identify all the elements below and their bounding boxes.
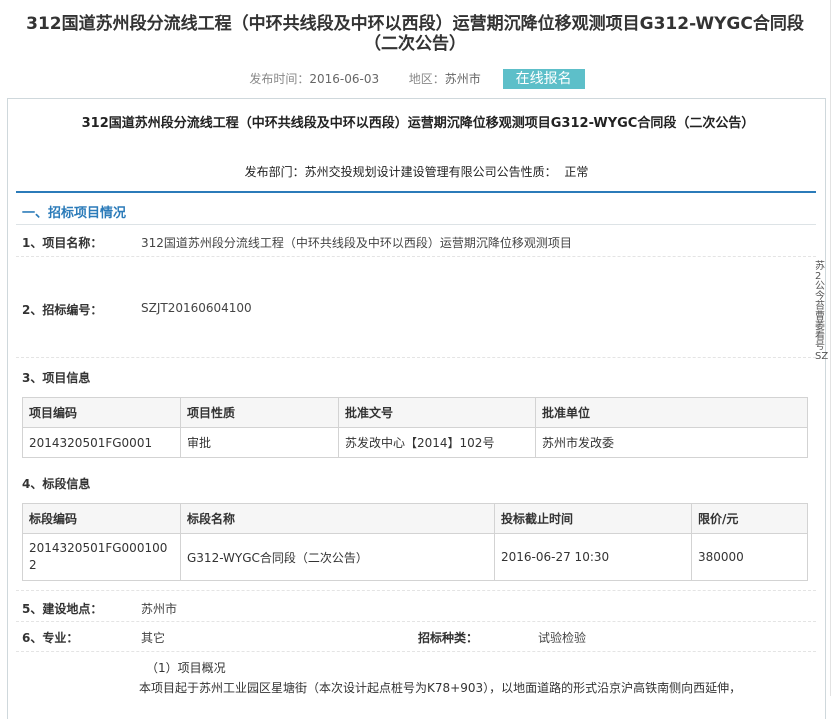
table-header: 限价/元 xyxy=(691,503,808,534)
table-cell: 2014320501FG0001002 xyxy=(22,533,181,581)
project-name-label: 1、项目名称： xyxy=(22,236,103,250)
region-value: 苏州市 xyxy=(444,72,481,86)
table-cell: 苏发改中心【2014】102号 xyxy=(338,427,536,458)
nature-value: 正常 xyxy=(564,165,589,179)
page-title: 312国道苏州段分流线工程（中环共线段及中环以西段）运营期沉降位移观测项目G31… xyxy=(26,14,804,54)
dept-label: 发布部门： xyxy=(244,165,305,179)
project-info-table: 项目编码 项目性质 批准文号 批准单位 2014320501FG0001 审批 … xyxy=(22,397,808,458)
nature-label: 公告性质： xyxy=(496,165,557,179)
site-label: 5、建设地点： xyxy=(22,602,103,616)
divider xyxy=(16,357,816,358)
table-header: 批准单位 xyxy=(535,397,808,428)
bid-type-value: 试验检验 xyxy=(538,631,587,645)
section-heading: 一、招标项目情况 xyxy=(22,206,127,221)
table-cell: 2016-06-27 10:30 xyxy=(494,533,692,581)
bid-no-label: 2、招标编号： xyxy=(22,303,103,317)
table-cell: 380000 xyxy=(691,533,808,581)
table-row: 2014320501FG0001002 G312-WYGC合同段（二次公告） 2… xyxy=(22,533,808,581)
table-cell: G312-WYGC合同段（二次公告） xyxy=(180,533,495,581)
online-signup-button[interactable]: 在线报名 xyxy=(502,69,585,89)
publish-time: 2016-06-03 xyxy=(309,72,380,86)
table-cell: 苏州市发改委 xyxy=(535,427,808,458)
doc-title: 312国道苏州段分流线工程（中环共线段及中环以西段）运营期沉降位移观测项目G31… xyxy=(81,116,755,131)
table-row: 2014320501FG0001 审批 苏发改中心【2014】102号 苏州市发… xyxy=(22,427,808,458)
table-header: 标段名称 xyxy=(180,503,495,534)
side-overflow-text: 苏2公今苔曹萎看号SZ xyxy=(815,261,829,362)
project-info-label: 3、项目信息 xyxy=(22,371,91,385)
major-value: 其它 xyxy=(141,631,166,645)
bid-type-label: 招标种类： xyxy=(418,631,479,645)
publish-time-label: 发布时间： xyxy=(249,72,310,86)
region-label: 地区： xyxy=(408,72,445,86)
announcement-content: 312国道苏州段分流线工程（中环共线段及中环以西段）运营期沉降位移观测项目 G31… xyxy=(7,98,826,719)
dept-value: 苏州交投规划设计建设管理有限公司 xyxy=(304,165,497,179)
divider xyxy=(16,590,816,591)
table-header-row: 项目编码 项目性质 批准文号 批准单位 xyxy=(22,397,808,428)
divider xyxy=(16,191,816,193)
lot-info-label: 4、标段信息 xyxy=(22,477,91,491)
project-name-value: 312国道苏州段分流线工程（中环共线段及中环以西段）运营期沉降位移观测项目 xyxy=(141,236,572,250)
divider xyxy=(16,224,816,225)
table-header-row: 标段编码 标段名称 投标截止时间 限价/元 xyxy=(22,503,808,534)
dept-line: 发布部门：苏州交投规划设计建设管理有限公司公告性质： 正常 xyxy=(8,163,825,180)
major-label: 6、专业： xyxy=(22,631,79,645)
lot-info-table: 标段编码 标段名称 投标截止时间 限价/元 2014320501FG000100… xyxy=(22,503,808,581)
publish-meta: 发布时间：2016-06-03 地区：苏州市 在线报名 xyxy=(0,69,834,89)
table-header: 批准文号 xyxy=(338,397,536,428)
divider xyxy=(16,651,816,652)
divider xyxy=(16,256,816,257)
scrollbar-track[interactable] xyxy=(830,0,831,696)
table-header: 标段编码 xyxy=(22,503,181,534)
overview-heading: （1）项目概况 xyxy=(146,661,226,675)
overview-text: 本项目起于苏州工业园区星塘街（本次设计起点桩号为K78+903），以地面道路的形… xyxy=(139,681,742,695)
bid-no-value: SZJT20160604100 xyxy=(141,301,252,315)
site-value: 苏州市 xyxy=(141,602,178,616)
table-header: 项目编码 xyxy=(22,397,181,428)
table-header: 投标截止时间 xyxy=(494,503,692,534)
table-cell: 2014320501FG0001 xyxy=(22,427,181,458)
divider xyxy=(16,621,816,622)
table-cell: 审批 xyxy=(180,427,339,458)
table-header: 项目性质 xyxy=(180,397,339,428)
